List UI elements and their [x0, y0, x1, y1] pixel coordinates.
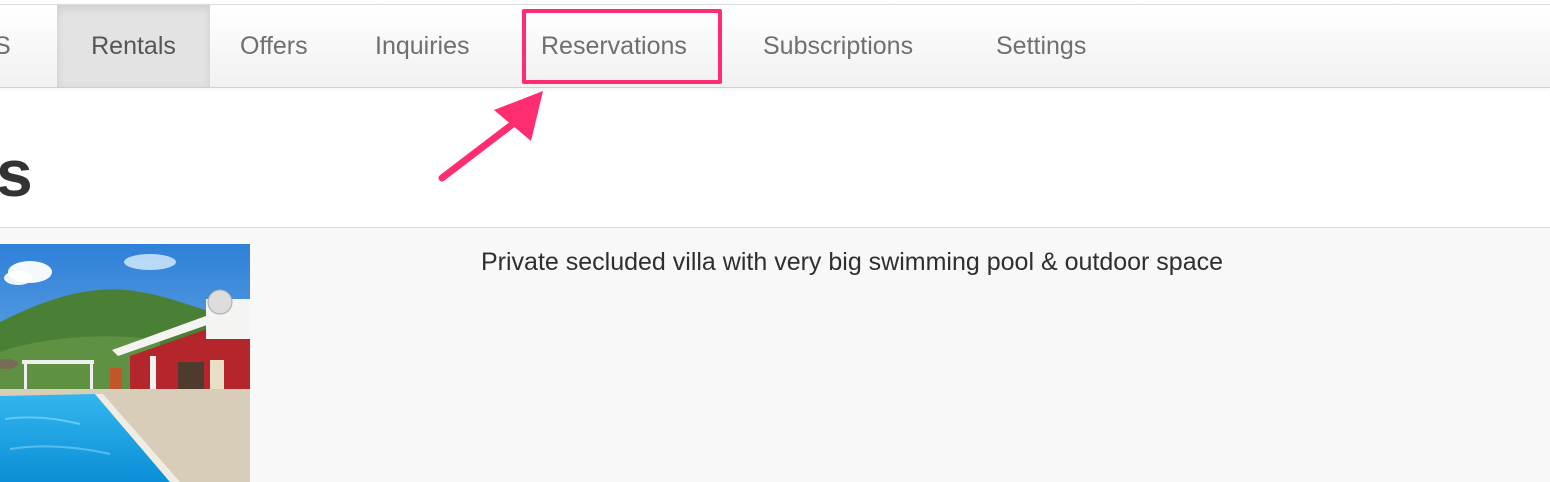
- reservations-highlight-box: [522, 9, 722, 84]
- listing-title[interactable]: Private secluded villa with very big swi…: [481, 248, 1223, 277]
- nav-tab-inquiries[interactable]: Inquiries: [375, 5, 470, 87]
- nav-tab-settings[interactable]: Settings: [996, 5, 1086, 87]
- annotation-arrow-icon: [438, 91, 543, 182]
- main-nav: S Rentals Offers Inquiries Reservations …: [0, 4, 1550, 88]
- nav-tab-subscriptions[interactable]: Subscriptions: [763, 5, 913, 87]
- listing-row[interactable]: Private secluded villa with very big swi…: [0, 228, 1550, 482]
- nav-item-truncated[interactable]: S: [0, 5, 11, 87]
- page-title: s: [0, 136, 33, 210]
- villa-pool-photo[interactable]: [0, 244, 250, 482]
- nav-tab-offers[interactable]: Offers: [240, 5, 308, 87]
- nav-tab-rentals[interactable]: Rentals: [57, 5, 210, 87]
